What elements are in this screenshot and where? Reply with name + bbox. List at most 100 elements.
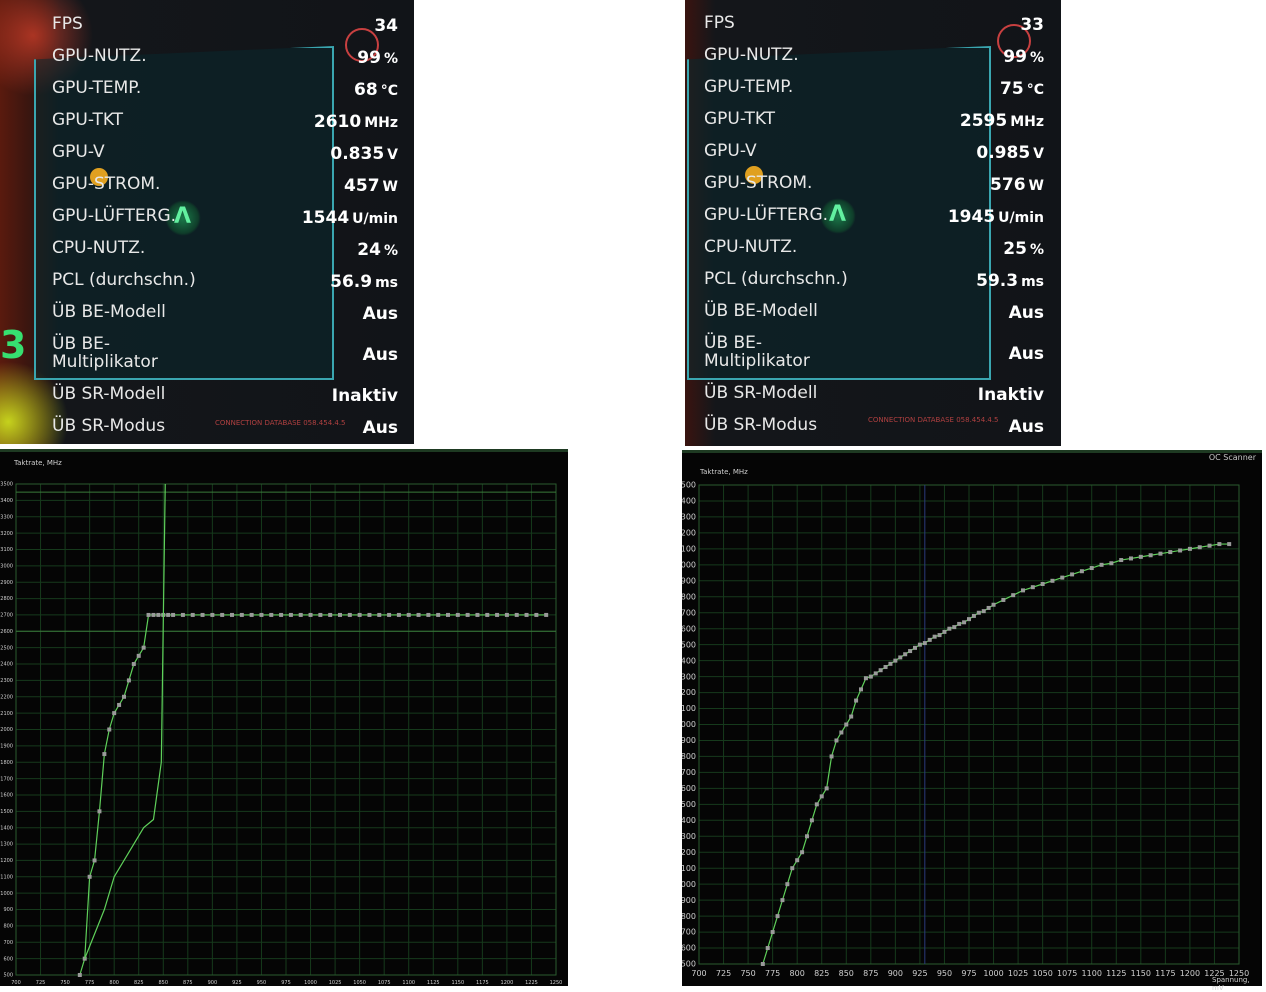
x-tick-label: 1175 (476, 980, 489, 986)
data-point (829, 754, 834, 759)
data-point (814, 802, 819, 807)
data-point (495, 612, 500, 617)
x-tick-label: 1075 (378, 980, 391, 986)
data-point (957, 621, 962, 626)
y-tick-label: 1600 (0, 793, 13, 799)
data-point (1129, 556, 1133, 561)
stat-number: 59.3 (976, 271, 1019, 291)
data-point (795, 858, 800, 863)
stat-label: ÜB BE-Modell (704, 301, 818, 321)
stat-label: GPU-TKT (52, 110, 124, 130)
y-tick-label: 1900 (0, 744, 13, 750)
x-tick-label: 950 (937, 969, 952, 978)
y-tick-label: 700 (682, 928, 696, 937)
data-point (932, 634, 937, 639)
stat-number: 24 (357, 240, 381, 260)
data-point (952, 625, 957, 630)
data-point (976, 610, 981, 615)
stat-number: 99 (1003, 47, 1027, 67)
y-tick-label: 1000 (682, 880, 696, 889)
stat-row: PCL (durchschn.) 59.3 ms (690, 265, 1060, 297)
stat-value: 25% (1003, 239, 1044, 259)
data-point (367, 612, 372, 617)
y-tick-label: 2000 (0, 727, 13, 733)
data-point (760, 962, 765, 966)
x-tick-label: 1175 (1155, 969, 1175, 978)
data-point (269, 612, 274, 617)
data-point (913, 645, 917, 650)
stat-row: ÜB SR-Modell Inaktiv (690, 379, 1060, 411)
data-point (908, 649, 913, 654)
y-tick-label: 2800 (682, 592, 696, 601)
data-point (136, 653, 141, 658)
x-tick-label: 1050 (1032, 969, 1052, 978)
y-tick-label: 3500 (682, 481, 696, 490)
vf-curve-chart-left[interactable]: Taktrate, MHz 700 725 750 775 800 825 850 875 90… (0, 449, 568, 986)
data-point (1197, 545, 1202, 550)
data-point (298, 612, 303, 617)
data-point (347, 612, 352, 617)
vf-curve-plot[interactable]: 700 725 750 775 800 825 850 875 900 925 950 975 1000… (682, 453, 1262, 986)
data-point (279, 612, 284, 617)
stat-value: 0.985 V (976, 143, 1044, 163)
stat-row: GPU-V 0.985 V (690, 137, 1060, 169)
x-tick-label: 900 (208, 980, 218, 986)
data-point (475, 612, 480, 617)
hud-glyph: 3 (0, 323, 27, 367)
data-point (1099, 562, 1104, 567)
data-point (259, 612, 264, 617)
stat-unit: ms (1021, 274, 1044, 290)
data-point (107, 727, 112, 732)
stat-unit: % (1029, 242, 1044, 258)
data-point (156, 612, 161, 617)
y-tick-label: 500 (682, 960, 696, 969)
grid: 700 725 750 775 800 825 850 875 900 925 950 975 1000… (0, 482, 562, 986)
x-tick-label: 850 (158, 980, 168, 986)
data-point (868, 674, 873, 679)
data-point (765, 946, 770, 951)
y-tick-label: 1500 (0, 809, 13, 815)
data-point (200, 612, 205, 617)
stat-value: 457 W (344, 176, 398, 196)
stat-unit: W (1028, 178, 1044, 194)
x-tick-label: 1250 (1229, 969, 1249, 978)
y-tick-label: 1300 (682, 832, 696, 841)
stat-value: 0.835 V (330, 144, 398, 164)
data-point (1168, 550, 1173, 555)
stats-overlay-left: Λ CONNECTION DATABASE 058.454.4.5 3 FPS 3… (0, 0, 414, 444)
stat-number: 2595 (959, 111, 1008, 131)
y-tick-label: 2800 (0, 596, 13, 602)
stat-row: GPU-LÜFTERG. 1544 U/min (38, 202, 414, 234)
data-point (288, 612, 293, 617)
x-tick-label: 1000 (304, 980, 317, 986)
stat-value: Aus (363, 345, 398, 365)
x-tick-label: 1000 (983, 969, 1003, 978)
stat-row: GPU-TEMP. 75 °C (690, 73, 1060, 105)
x-tick-label: 975 (281, 980, 291, 986)
vf-curve-plot[interactable]: 700 725 750 775 800 825 850 875 900 925 950 975 1000… (0, 452, 568, 986)
data-point (839, 730, 844, 735)
x-tick-label: 1125 (427, 980, 440, 986)
y-tick-label: 2500 (682, 640, 696, 649)
stat-label: GPU-NUTZ. (704, 45, 799, 65)
y-tick-label: 1400 (682, 816, 696, 825)
data-point (318, 612, 323, 617)
series-line (762, 543, 1230, 965)
data-point (1011, 593, 1016, 598)
stat-number: 56.9 (330, 272, 373, 292)
data-point (146, 612, 151, 617)
stat-row: GPU-TEMP. 68 °C (38, 74, 414, 106)
stat-row: GPU-NUTZ. 99% (690, 41, 1060, 73)
data-point (249, 612, 254, 617)
stat-label: CPU-NUTZ. (704, 237, 798, 257)
data-point (1207, 543, 1212, 548)
stat-unit: °C (380, 83, 398, 99)
stat-label: ÜB BE- Multiplikator (52, 334, 158, 372)
stat-value: 2595 MHz (960, 111, 1044, 131)
data-point (426, 612, 431, 617)
y-tick-label: 2200 (682, 688, 696, 697)
stat-unit: °C (1026, 82, 1044, 98)
vf-curve-chart-right[interactable]: OC Scanner Taktrate, MHz Spannung, mV 70… (682, 450, 1262, 992)
y-tick-label: 1200 (0, 858, 13, 864)
y-tick-label: 1500 (682, 800, 696, 809)
